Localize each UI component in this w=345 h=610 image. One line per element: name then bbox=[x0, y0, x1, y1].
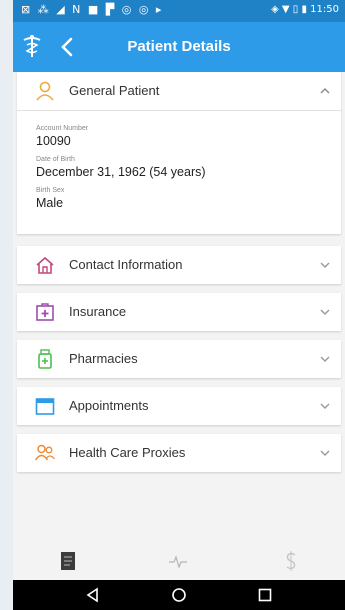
recents-square-icon[interactable] bbox=[257, 587, 273, 603]
section-label: Health Care Proxies bbox=[69, 445, 186, 460]
chevron-down-icon[interactable] bbox=[319, 401, 331, 411]
signal-icons: ◈ ▼ ▯ ▮ bbox=[271, 4, 311, 15]
vitals-tab-icon[interactable] bbox=[168, 550, 188, 572]
person-icon bbox=[36, 81, 54, 101]
date-of-birth: December 31, 1962 (54 years) bbox=[36, 165, 206, 179]
section-label: Insurance bbox=[69, 304, 127, 319]
general-patient-header[interactable]: General Patient bbox=[17, 72, 341, 110]
sex-caption: Birth Sex bbox=[36, 187, 65, 194]
general-patient-card: General Patient Account Number 10090 Dat… bbox=[17, 72, 341, 234]
status-bar: ⊠ ⁂ ◢ N ■ ▛ ◎ ◎ ▸ ◈ ▼ ▯ ▮ 11:50 bbox=[13, 0, 345, 22]
house-icon bbox=[36, 256, 54, 274]
account-number: 10090 bbox=[36, 134, 71, 148]
calendar-icon bbox=[35, 398, 55, 415]
contact-information-card[interactable]: Contact Information bbox=[17, 246, 341, 284]
pharmacies-header[interactable]: Pharmacies bbox=[17, 340, 341, 378]
birth-sex: Male bbox=[36, 196, 64, 210]
chevron-up-icon[interactable] bbox=[319, 86, 331, 96]
billing-tab-icon[interactable] bbox=[281, 550, 301, 572]
dob-caption: Date of Birth bbox=[36, 156, 75, 163]
home-circle-icon[interactable] bbox=[171, 587, 187, 603]
phone-screen: ⊠ ⁂ ◢ N ■ ▛ ◎ ◎ ▸ ◈ ▼ ▯ ▮ 11:50 Patient … bbox=[13, 0, 345, 610]
system-navigation-bar bbox=[13, 580, 345, 610]
app-bar: Patient Details bbox=[13, 22, 345, 72]
back-triangle-icon[interactable] bbox=[85, 587, 101, 603]
clock: 11:50 bbox=[310, 4, 339, 15]
page-title: Patient Details bbox=[127, 38, 231, 55]
section-label: Pharmacies bbox=[69, 351, 138, 366]
contact-information-header[interactable]: Contact Information bbox=[17, 246, 341, 284]
people-icon bbox=[35, 444, 55, 461]
chevron-down-icon[interactable] bbox=[319, 260, 331, 270]
account-caption: Account Number bbox=[36, 125, 89, 132]
section-label: Appointments bbox=[69, 398, 149, 413]
insurance-header[interactable]: Insurance bbox=[17, 293, 341, 331]
pill-bottle-icon bbox=[38, 349, 52, 369]
patient-detail: Account Number 10090 Date of Birth Decem… bbox=[17, 111, 341, 210]
chevron-down-icon[interactable] bbox=[319, 307, 331, 317]
insurance-card[interactable]: Insurance bbox=[17, 293, 341, 331]
health-care-proxies-header[interactable]: Health Care Proxies bbox=[17, 434, 341, 472]
records-tab-icon[interactable] bbox=[58, 550, 78, 572]
notification-icons: ⊠ ⁂ ◢ N ■ ▛ ◎ ◎ ▸ bbox=[21, 3, 164, 16]
medical-kit-icon bbox=[36, 303, 54, 321]
section-label: Contact Information bbox=[69, 257, 183, 272]
health-care-proxies-card[interactable]: Health Care Proxies bbox=[17, 434, 341, 472]
bottom-navigation bbox=[13, 540, 345, 580]
appointments-card[interactable]: Appointments bbox=[17, 387, 341, 425]
pharmacies-card[interactable]: Pharmacies bbox=[17, 340, 341, 378]
status-right: ◈ ▼ ▯ ▮ 11:50 bbox=[271, 4, 339, 15]
chevron-down-icon[interactable] bbox=[319, 354, 331, 364]
chevron-down-icon[interactable] bbox=[319, 448, 331, 458]
section-label: General Patient bbox=[69, 83, 160, 98]
appointments-header[interactable]: Appointments bbox=[17, 387, 341, 425]
